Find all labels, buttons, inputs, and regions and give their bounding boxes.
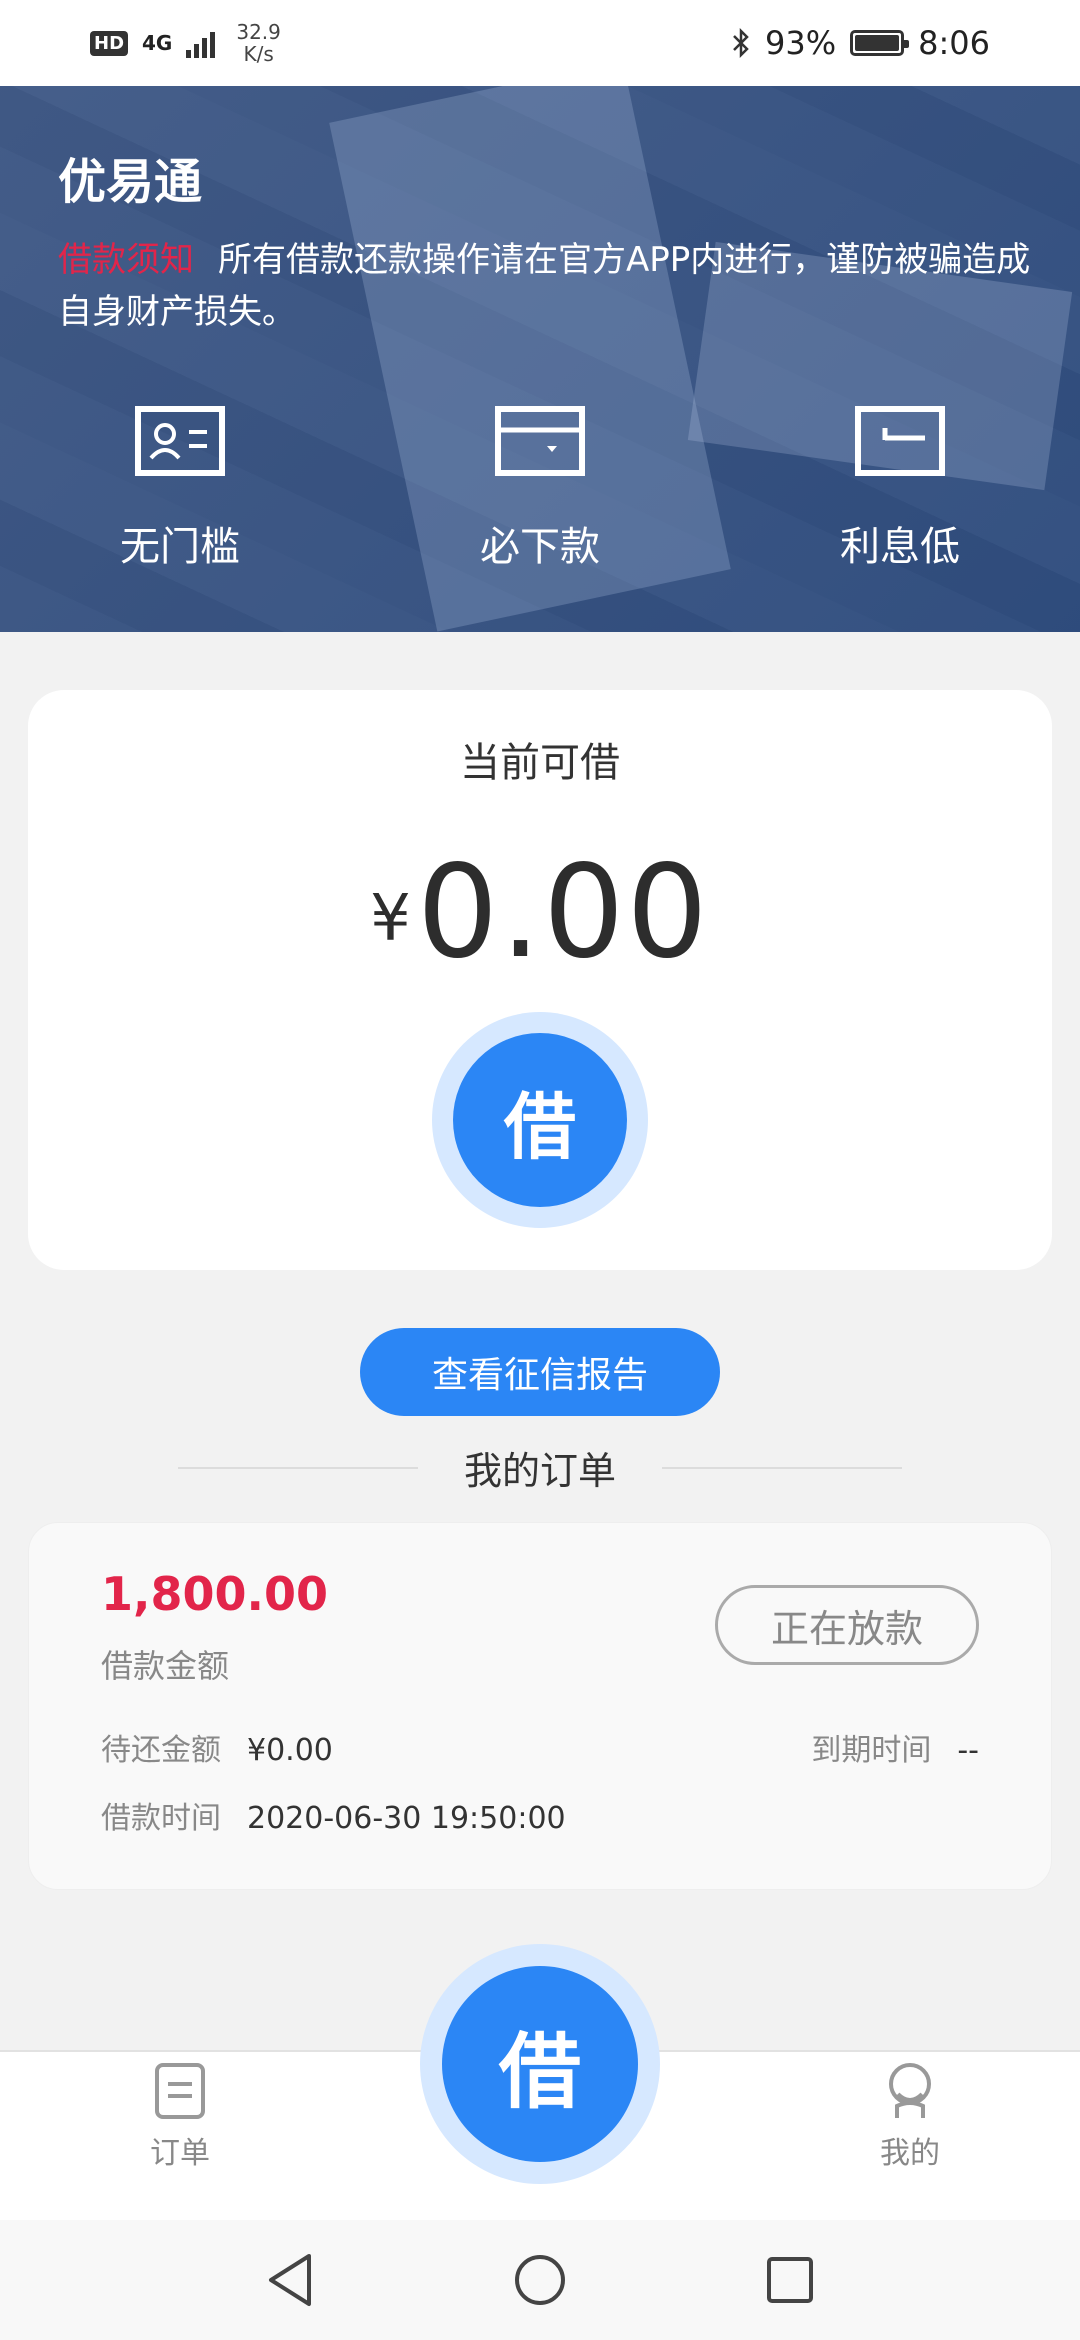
back-button[interactable] (260, 2250, 320, 2310)
notice-text: 所有借款还款操作请在官方APP内进行，谨防被骗造成自身财产损失。 (58, 240, 1031, 332)
notice-tag: 借款须知 (58, 240, 194, 280)
signal-icon (186, 32, 216, 58)
hd-badge: HD (90, 30, 129, 56)
network-indicator: 4G (142, 31, 173, 55)
recents-button[interactable] (760, 2250, 820, 2310)
bluetooth-icon (733, 27, 749, 59)
currency-symbol: ¥ (370, 882, 411, 956)
loan-card: 当前可借 ¥0.00 借 (28, 690, 1052, 1270)
amount-value: 0.00 (416, 838, 710, 987)
order-amount: 1,800.00 (101, 1567, 328, 1621)
feature-guaranteed-payout: 必下款 (420, 406, 660, 572)
order-card[interactable]: 1,800.00 借款金额 正在放款 待还金额 ¥0.00 到期时间 -- 借款时间… (28, 1522, 1052, 1890)
borrow-time-value: 2020-06-30 19:50:00 (247, 1801, 566, 1836)
feature-label: 利息低 (840, 524, 960, 570)
status-bar: HD 4G 32.9 K/s 93% 8:06 (0, 0, 1080, 86)
feature-label: 必下款 (480, 524, 600, 570)
system-nav-bar (0, 2220, 1080, 2340)
battery-percent: 93% (765, 24, 837, 62)
borrow-time-label: 借款时间 (101, 1801, 221, 1836)
borrow-button[interactable]: 借 (432, 1012, 648, 1228)
due-value: -- (957, 1733, 979, 1768)
tab-mine[interactable]: 我的 (840, 2062, 980, 2172)
orders-title: 我的订单 (463, 1449, 616, 1493)
view-credit-report-button[interactable]: 查看征信报告 (360, 1328, 720, 1416)
feature-no-threshold: 无门槛 (60, 406, 300, 572)
order-list-icon (155, 2063, 205, 2119)
tab-borrow-label: 借 (442, 1966, 638, 2162)
available-title: 当前可借 (460, 740, 620, 786)
wallet-icon (495, 406, 585, 476)
due-label: 到期时间 (811, 1733, 932, 1768)
feature-row: 无门槛 必下款 利息低 (0, 406, 1080, 572)
tab-borrow-button[interactable]: 借 (420, 1944, 660, 2184)
tab-orders[interactable]: 订单 (110, 2062, 250, 2172)
header-banner: 优易通 借款须知 所有借款还款操作请在官方APP内进行，谨防被骗造成自身财产损失。… (0, 86, 1080, 632)
available-amount: ¥0.00 (28, 838, 1052, 987)
feature-low-interest: 利息低 (780, 406, 1020, 572)
divider-right (662, 1466, 902, 1469)
divider-left (177, 1466, 418, 1469)
feature-label: 无门槛 (120, 524, 240, 570)
pending-label: 待还金额 (101, 1733, 221, 1768)
tab-mine-label: 我的 (880, 2136, 940, 2171)
clock: 8:06 (918, 24, 990, 62)
id-card-icon (135, 406, 225, 476)
back-triangle-icon (269, 2254, 311, 2306)
loan-notice: 借款须知 所有借款还款操作请在官方APP内进行，谨防被骗造成自身财产损失。 (58, 234, 1038, 338)
status-right: 93% 8:06 (731, 24, 990, 62)
recents-square-icon (767, 2257, 813, 2303)
due-row: 到期时间 -- (811, 1725, 979, 1769)
battery-icon (850, 30, 910, 56)
home-circle-icon (515, 2255, 565, 2305)
order-amount-label: 借款金额 (101, 1647, 230, 1685)
status-left: HD 4G 32.9 K/s (90, 21, 281, 65)
tab-orders-label: 订单 (150, 2136, 210, 2171)
pending-value: ¥0.00 (247, 1733, 333, 1768)
home-button[interactable] (510, 2250, 570, 2310)
return-arrow-icon (855, 406, 945, 476)
orders-heading: 我的订单 (0, 1440, 1080, 1495)
borrow-time-row: 借款时间 2020-06-30 19:50:00 (101, 1793, 566, 1837)
network-speed: 32.9 K/s (236, 20, 281, 66)
pending-row: 待还金额 ¥0.00 (101, 1725, 333, 1769)
app-title: 优易通 (58, 154, 203, 210)
borrow-button-label: 借 (453, 1033, 627, 1207)
order-status-badge: 正在放款 (715, 1585, 979, 1665)
profile-icon (889, 2063, 931, 2118)
